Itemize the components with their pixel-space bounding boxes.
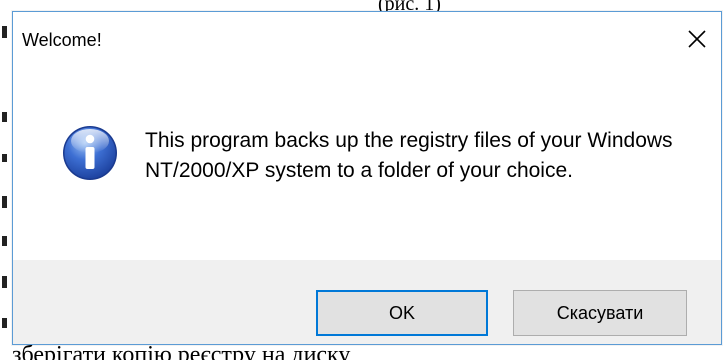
dialog-message: This program backs up the registry files… xyxy=(145,129,673,182)
close-icon xyxy=(688,30,706,48)
dialog-title: Welcome! xyxy=(22,30,102,50)
info-icon xyxy=(63,126,117,180)
close-button[interactable] xyxy=(679,22,715,56)
ok-button[interactable]: OK xyxy=(316,290,488,336)
screen: (рис. 1) зберігати копію реєстру на диск… xyxy=(0,0,723,360)
welcome-dialog: Welcome! This program backs up the regis… xyxy=(12,11,722,345)
dialog-titlebar[interactable]: Welcome! xyxy=(13,12,721,62)
background-document-left-edge xyxy=(0,0,12,360)
dialog-button-bar: OK Скасувати xyxy=(13,260,721,344)
dialog-content: This program backs up the registry files… xyxy=(13,62,721,250)
cancel-button[interactable]: Скасувати xyxy=(513,290,687,336)
